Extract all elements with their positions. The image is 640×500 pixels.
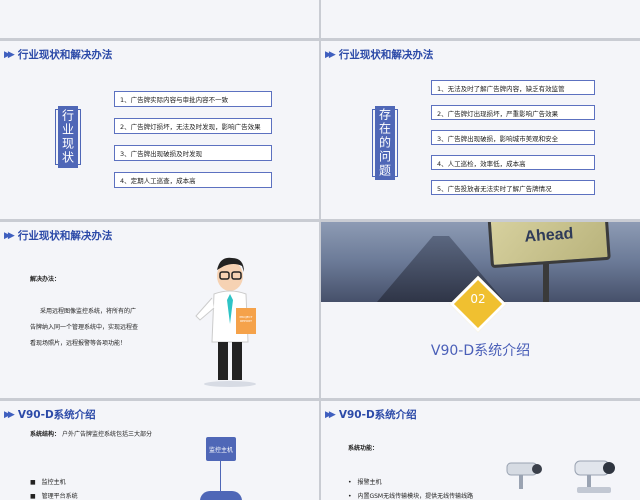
side-label: 存在的问题 — [375, 106, 395, 180]
list-item: 3、广告牌出现破损及时发现 — [114, 145, 272, 161]
node-platform — [200, 491, 242, 500]
list-item: 5、广告投放者无法实时了解广告牌情况 — [431, 180, 595, 195]
slide-grid: ▶▶ 行业现状和解决办法 行业现状 1、广告牌实际内容与审批内容不一致 2、广告… — [0, 0, 640, 500]
slide-thumbnail-6[interactable]: Ahead 02 V90-D系统介绍 — [321, 222, 640, 398]
function-label: 系统功能： — [348, 445, 379, 452]
slide-header: ▶▶ V90-D系统介绍 — [4, 407, 96, 422]
slide-title: 行业现状和解决办法 — [17, 230, 113, 242]
list-item: 1、无法及时了解广告牌内容，缺乏有效监管 — [431, 80, 595, 95]
structure-text: 户外广告牌监控系统包括三大部分 — [62, 431, 153, 438]
list-item: 1、广告牌实际内容与审批内容不一致 — [114, 91, 272, 107]
list-item: 2、广告牌灯出现损坏，严重影响广告效果 — [431, 105, 595, 120]
slide-thumbnail-2[interactable] — [321, 0, 640, 38]
double-chevron-icon: ▶▶ — [4, 49, 15, 60]
slide-title: V90-D系统介绍 — [338, 409, 417, 421]
list-item: 4、人工巡检，效率低，成本高 — [431, 155, 595, 170]
slide-header: ▶▶ 行业现状和解决办法 — [4, 228, 112, 243]
double-chevron-icon: ▶▶ — [4, 409, 15, 420]
svg-text:REPORT: REPORT — [240, 319, 252, 323]
double-chevron-icon: ▶▶ — [4, 230, 15, 241]
solution-line: 看现场照片，远程报警等各项功能！ — [30, 340, 127, 347]
list-item: 4、定期人工巡查，成本高 — [114, 172, 272, 188]
slide-thumbnail-3[interactable]: ▶▶ 行业现状和解决办法 行业现状 1、广告牌实际内容与审批内容不一致 2、广告… — [0, 41, 319, 219]
road-sign: Ahead — [487, 222, 611, 269]
slide-title: 行业现状和解决办法 — [17, 49, 113, 61]
slide-title: V90-D系统介绍 — [17, 409, 96, 421]
bullet-item: ■ 管理平台系统 — [30, 493, 78, 500]
slide-thumbnail-4[interactable]: ▶▶ 行业现状和解决办法 存在的问题 1、无法及时了解广告牌内容，缺乏有效监管 … — [321, 41, 640, 219]
solution-line: 采用远程图像监控系统，将所有的广 — [40, 308, 137, 315]
double-chevron-icon: ▶▶ — [325, 409, 336, 420]
slide-header: ▶▶ V90-D系统介绍 — [325, 407, 417, 422]
slide-title: 行业现状和解决办法 — [338, 49, 434, 61]
businessman-illustration: PROJECT REPORT — [195, 257, 256, 387]
solution-title: 解决办法： — [30, 276, 61, 283]
slide-thumbnail-5[interactable]: ▶▶ 行业现状和解决办法 解决办法： 采用远程图像监控系统，将所有的广 告牌纳入… — [0, 222, 319, 398]
sign-pole — [543, 262, 549, 302]
slide-header: ▶▶ 行业现状和解决办法 — [325, 47, 433, 62]
node-main: 监控主机 — [206, 437, 236, 461]
list-item: 2、广告牌灯损坏，无法及时发现，影响广告效果 — [114, 118, 272, 134]
slide-thumbnail-1[interactable] — [0, 0, 319, 38]
slide-thumbnail-7[interactable]: ▶▶ V90-D系统介绍 系统结构： 户外广告牌监控系统包括三大部分 监控主机 … — [0, 401, 319, 500]
bullet-item: • 内置GSM无线传输模块，提供无线传输线路 — [348, 493, 474, 500]
connector-line — [220, 461, 221, 491]
structure-label: 系统结构： — [30, 431, 61, 438]
slide-thumbnail-8[interactable]: ▶▶ V90-D系统介绍 系统功能： • 报警主机 • 内置GSM无线传输模块，… — [321, 401, 640, 500]
camera-images — [506, 460, 615, 493]
side-label: 行业现状 — [58, 106, 78, 168]
section-number: 02 — [470, 292, 486, 306]
double-chevron-icon: ▶▶ — [325, 49, 336, 60]
solution-line: 告牌纳入同一个管理系统中，实现远程查 — [30, 324, 139, 331]
section-title: V90-D系统介绍 — [430, 343, 531, 359]
slide-header: ▶▶ 行业现状和解决办法 — [4, 47, 112, 62]
list-item: 3、广告牌出现破损，影响城市美观和安全 — [431, 130, 595, 145]
